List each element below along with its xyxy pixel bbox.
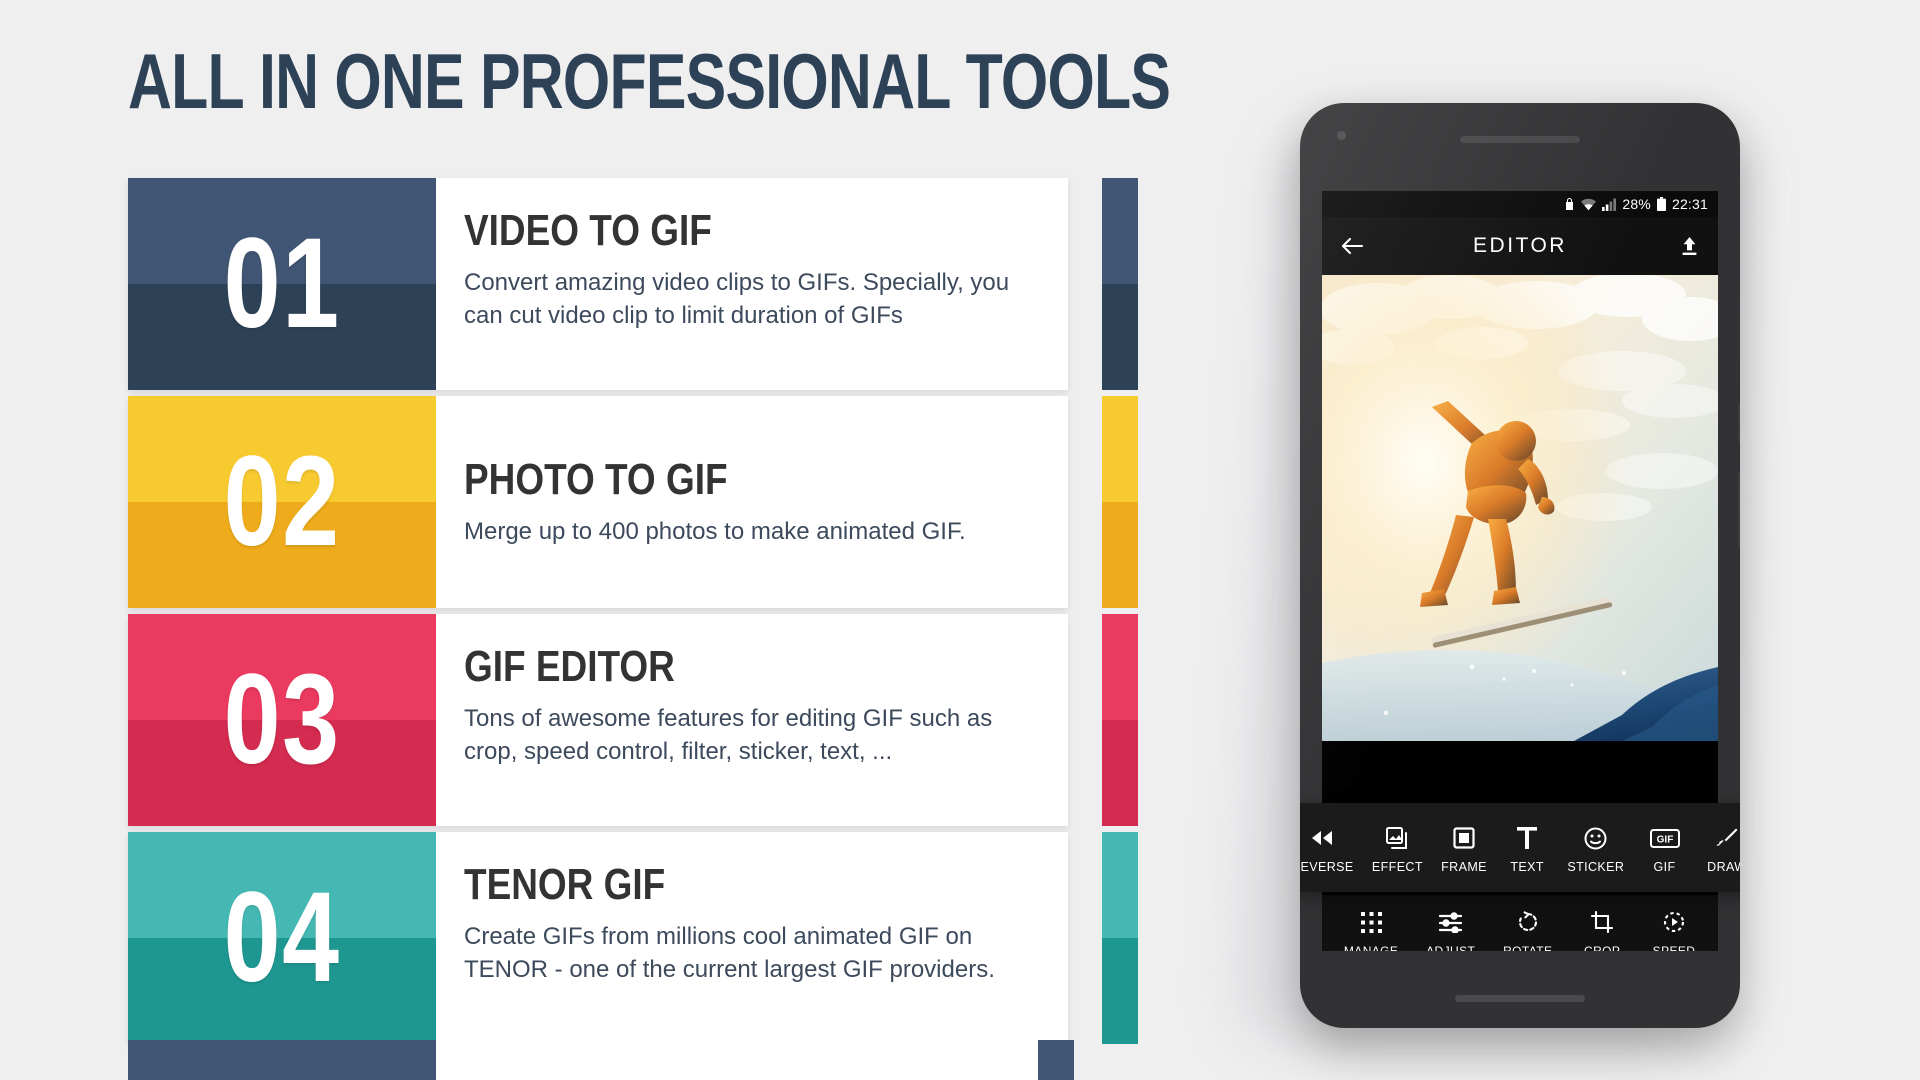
speed-icon [1663, 909, 1685, 935]
battery-icon [1656, 197, 1666, 211]
tool-label: GIF [1653, 860, 1676, 874]
tool-rotate[interactable]: ROTATE [1503, 909, 1552, 951]
feature-number: 02 [223, 430, 341, 573]
tool-label: ROTATE [1503, 944, 1553, 951]
feature-title: VIDEO TO GIF [464, 206, 712, 255]
page-title: ALL IN ONE PROFESSIONAL TOOLS [128, 37, 1171, 125]
lock-icon [1564, 197, 1575, 211]
feature-body-03: GIF EDITOR Tons of awesome features for … [436, 614, 1068, 826]
upload-icon[interactable] [1679, 236, 1700, 257]
tail-number-block [128, 1040, 436, 1080]
accent-tone-bottom [1102, 938, 1138, 1044]
power-button[interactable] [1738, 403, 1740, 443]
tool-crop[interactable]: CROP [1580, 909, 1624, 951]
feature-body-04: TENOR GIF Create GIFs from millions cool… [436, 832, 1068, 1044]
battery-percent-label: 28% [1622, 196, 1651, 212]
feature-card-01: 01 VIDEO TO GIF Convert amazing video cl… [128, 178, 1138, 390]
accent-tone-top [1102, 832, 1138, 938]
feature-number-block-02: 02 [128, 396, 436, 608]
accent-tone-bottom [1102, 284, 1138, 390]
feature-card-03: 03 GIF EDITOR Tons of awesome features f… [128, 614, 1138, 826]
volume-button[interactable] [1738, 471, 1740, 549]
app-bar-title: EDITOR [1473, 234, 1567, 257]
tool-text[interactable]: TEXT [1505, 825, 1549, 874]
feature-list-tail [128, 1040, 1074, 1080]
accent-tone-top [1102, 614, 1138, 720]
gif-badge-icon: GIF [1649, 825, 1680, 851]
feature-description: Tons of awesome features for editing GIF… [464, 705, 993, 765]
crop-icon [1591, 909, 1614, 935]
accent-tone-bottom [1102, 720, 1138, 826]
tool-effect[interactable]: EFFECT [1372, 825, 1423, 874]
tool-label: DRAW [1707, 860, 1740, 874]
tool-label: STICKER [1567, 860, 1625, 874]
signal-icon [1602, 198, 1617, 211]
feature-description: Merge up to 400 photos to make animated … [464, 517, 966, 545]
tool-label: REVERSE [1300, 860, 1354, 874]
effect-photo-icon [1385, 825, 1409, 851]
feature-number-block-01: 01 [128, 178, 436, 390]
feature-body-01: VIDEO TO GIF Convert amazing video clips… [436, 178, 1068, 390]
clock-label: 22:31 [1671, 196, 1708, 212]
tool-manage[interactable]: MANAGE [1344, 909, 1398, 951]
feature-list: 01 VIDEO TO GIF Convert amazing video cl… [128, 178, 1138, 1044]
feature-accent-bar-04 [1102, 832, 1138, 1044]
grid-icon [1360, 909, 1382, 935]
back-arrow-icon[interactable] [1340, 236, 1364, 256]
tool-label: ADJUST [1426, 944, 1476, 951]
feature-description: Create GIFs from millions cool animated … [464, 923, 995, 983]
accent-tone-bottom [1102, 502, 1138, 608]
reverse-icon [1310, 825, 1334, 851]
feature-title: TENOR GIF [464, 860, 666, 909]
secondary-toolbar: MANAGE ADJUST ROTATE CROP SPEED [1322, 895, 1718, 951]
tool-gif[interactable]: GIF GIF [1643, 825, 1687, 874]
tool-frame[interactable]: FRAME [1441, 825, 1487, 874]
wifi-icon [1581, 198, 1597, 211]
home-indicator [1455, 995, 1585, 1002]
tool-draw[interactable]: DRAW [1705, 825, 1740, 874]
feature-accent-bar-01 [1102, 178, 1138, 390]
phone-mockup: 28% 22:31 EDITOR MANAGE ADJUST ROTATE CR… [1300, 103, 1740, 1028]
feature-description: Convert amazing video clips to GIFs. Spe… [464, 269, 1010, 329]
front-camera-icon [1337, 131, 1346, 140]
sliders-icon [1439, 909, 1463, 935]
tool-label: EFFECT [1371, 860, 1423, 874]
feature-title: GIF EDITOR [464, 642, 675, 691]
feature-number: 01 [223, 212, 341, 355]
rotate-icon [1517, 909, 1539, 935]
tool-label: TEXT [1510, 860, 1544, 874]
editor-photo[interactable] [1322, 275, 1718, 741]
feature-number-block-04: 04 [128, 832, 436, 1044]
feature-card-04: 04 TENOR GIF Create GIFs from millions c… [128, 832, 1138, 1044]
feature-accent-bar-02 [1102, 396, 1138, 608]
app-bar: EDITOR [1322, 217, 1718, 275]
accent-tone-top [1102, 396, 1138, 502]
tool-label: SPEED [1652, 944, 1696, 951]
feature-number: 03 [223, 648, 341, 791]
feature-number-block-03: 03 [128, 614, 436, 826]
tool-adjust[interactable]: ADJUST [1426, 909, 1475, 951]
earpiece-speaker [1460, 136, 1580, 143]
brush-icon [1715, 825, 1738, 851]
feature-card-02: 02 PHOTO TO GIF Merge up to 400 photos t… [128, 396, 1138, 608]
tool-speed[interactable]: SPEED [1652, 909, 1696, 951]
tool-sticker[interactable]: STICKER [1567, 825, 1624, 874]
feature-accent-bar-03 [1102, 614, 1138, 826]
text-t-icon [1517, 825, 1538, 851]
feature-title: PHOTO TO GIF [464, 454, 728, 504]
tool-label: MANAGE [1343, 944, 1399, 951]
feature-number: 04 [223, 866, 341, 1009]
tool-label: CROP [1584, 944, 1621, 951]
frame-square-icon [1453, 825, 1475, 851]
status-bar: 28% 22:31 [1322, 191, 1718, 217]
tool-reverse[interactable]: REVERSE [1300, 825, 1354, 874]
tail-accent-bar [1038, 1040, 1074, 1080]
smiley-icon [1584, 825, 1607, 851]
accent-tone-top [1102, 178, 1138, 284]
primary-toolbar: REVERSE EFFECT FRAME [1300, 803, 1740, 892]
svg-text:GIF: GIF [1656, 834, 1673, 845]
tool-label: FRAME [1441, 860, 1487, 874]
feature-body-02: PHOTO TO GIF Merge up to 400 photos to m… [436, 396, 1068, 608]
